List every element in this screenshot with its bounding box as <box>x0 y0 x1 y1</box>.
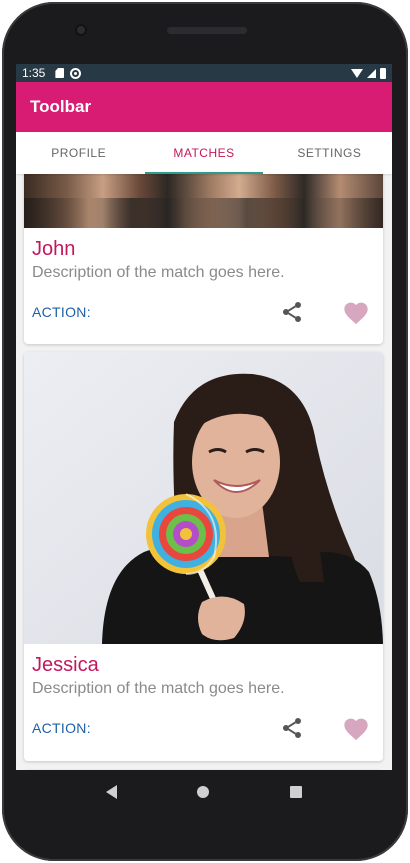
back-icon[interactable] <box>106 785 118 799</box>
matches-list[interactable]: John Description of the match goes here.… <box>16 164 392 770</box>
sync-icon <box>70 67 82 79</box>
match-card: John Description of the match goes here.… <box>24 164 383 344</box>
match-photo <box>24 352 383 644</box>
tab-settings[interactable]: SETTINGS <box>267 132 392 174</box>
match-description: Description of the match goes here. <box>32 264 285 281</box>
share-icon[interactable] <box>278 298 306 326</box>
app-screen: 1:35 Toolbar PROFILE MATCHES SETTINGS Jo… <box>16 64 392 770</box>
action-button[interactable]: ACTION: <box>32 304 91 320</box>
earpiece-speaker <box>167 27 247 34</box>
match-description: Description of the match goes here. <box>32 680 285 697</box>
heart-icon[interactable] <box>341 714 371 742</box>
app-toolbar: Toolbar <box>16 82 392 132</box>
card-actions: ACTION: <box>32 712 375 744</box>
status-bar: 1:35 <box>16 64 392 82</box>
home-icon[interactable] <box>197 786 210 798</box>
front-camera <box>75 24 87 36</box>
tab-matches[interactable]: MATCHES <box>141 132 266 174</box>
card-actions: ACTION: <box>32 296 375 328</box>
status-time: 1:35 <box>22 66 46 80</box>
match-name: Jessica <box>32 654 99 676</box>
system-nav-bar <box>16 770 392 814</box>
heart-icon[interactable] <box>341 298 371 326</box>
tab-profile[interactable]: PROFILE <box>16 132 141 174</box>
toolbar-title: Toolbar <box>30 97 92 116</box>
share-icon[interactable] <box>278 714 306 742</box>
match-card: Jessica Description of the match goes he… <box>24 352 383 761</box>
sd-card-icon <box>55 68 65 78</box>
wifi-icon <box>351 68 363 78</box>
tab-bar: PROFILE MATCHES SETTINGS <box>16 132 392 174</box>
match-name: John <box>32 238 76 260</box>
recent-apps-icon[interactable] <box>289 786 302 798</box>
battery-icon <box>380 67 386 79</box>
action-button[interactable]: ACTION: <box>32 720 91 736</box>
cell-signal-icon <box>367 68 376 78</box>
